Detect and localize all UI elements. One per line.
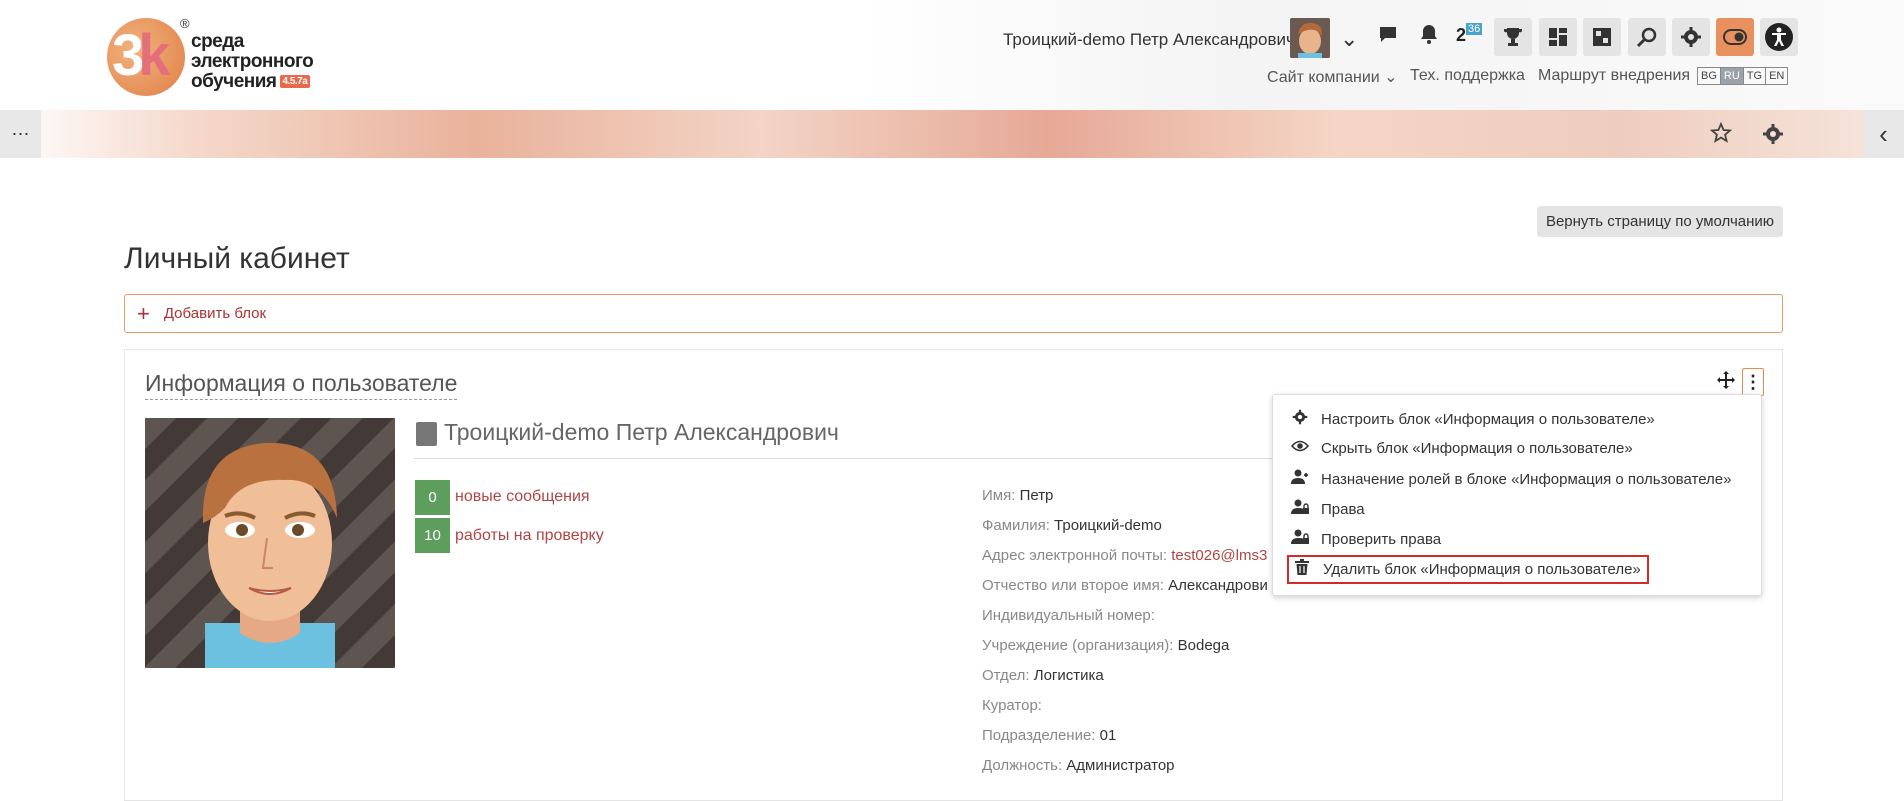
lang-ru[interactable]: RU (1720, 68, 1744, 84)
star-icon[interactable] (1709, 121, 1733, 149)
lang-tg[interactable]: TG (1744, 68, 1767, 84)
field-middle-name: Отчество или второе имя: Александрови (982, 577, 1268, 594)
trash-icon (1293, 559, 1311, 580)
dashboard-icon[interactable] (1539, 18, 1577, 56)
chevron-down-icon: ⌄ (1384, 69, 1398, 86)
block-actions-menu-button[interactable]: ⋮ (1742, 368, 1764, 396)
link-new-messages[interactable]: новые сообщения (455, 488, 590, 506)
menu-assign-roles[interactable]: Назначение ролей в блоке «Информация о п… (1291, 469, 1731, 490)
add-block-button[interactable]: + Добавить блок (124, 294, 1783, 333)
block-user-full-name: Троицкий-demo Петр Александрович (444, 419, 839, 445)
header-user-name[interactable]: Троицкий-demo Петр Александрович (1003, 30, 1295, 50)
field-position: Должность: Администратор (982, 757, 1175, 774)
logo-line-2: электронного (191, 51, 314, 72)
field-email: Адрес электронной почты: test026@lms3 (982, 547, 1268, 564)
field-id-number: Индивидуальный номер: (982, 607, 1155, 624)
user-plus-icon (1291, 469, 1309, 490)
link-support[interactable]: Тех. поддержка (1410, 67, 1525, 85)
lang-en[interactable]: EN (1766, 68, 1787, 84)
link-company-site[interactable]: Сайт компании ⌄ (1267, 67, 1398, 87)
open-blocks-drawer-button[interactable]: ‹ (1863, 110, 1904, 158)
banner-gear-icon[interactable] (1762, 123, 1784, 150)
menu-check-permissions[interactable]: Проверить права (1291, 529, 1441, 550)
header-banner (0, 110, 1904, 158)
bell-icon[interactable] (1420, 24, 1438, 50)
portfolio-icon[interactable] (1583, 18, 1621, 56)
accessibility-icon[interactable] (1760, 18, 1798, 56)
move-icon[interactable] (1717, 371, 1735, 395)
theme-toggle-icon[interactable] (1716, 18, 1754, 56)
page-title: Личный кабинет (124, 242, 350, 275)
field-subdivision: Подразделение: 01 (982, 727, 1117, 744)
logo-text[interactable]: среда электронного обучения 4.5.7a (191, 31, 314, 92)
field-first-name: Имя: Петр (982, 487, 1054, 504)
field-department: Отдел: Логистика (982, 667, 1104, 684)
open-drawer-button[interactable]: ⋯ (0, 110, 41, 158)
eye-icon (1290, 439, 1310, 458)
menu-configure-block[interactable]: Настроить блок «Информация о пользовател… (1291, 409, 1655, 430)
plus-icon: + (137, 300, 150, 326)
user-lock-icon (1291, 499, 1309, 520)
user-icon (416, 422, 437, 446)
chat-icon[interactable] (1378, 24, 1398, 50)
score-badge[interactable]: 2 36 (1456, 23, 1484, 47)
chevron-down-icon[interactable]: ⌄ (1340, 26, 1358, 52)
reset-page-button[interactable]: Вернуть страницу по умолчанию (1537, 206, 1783, 237)
search-icon[interactable] (1628, 18, 1666, 56)
logo-registered: ® (180, 16, 190, 31)
stat-count-reviews: 10 (415, 518, 450, 553)
gear-icon (1291, 409, 1309, 430)
field-last-name: Фамилия: Троицкий-demo (982, 517, 1162, 534)
language-switcher: BG RU TG EN (1697, 67, 1789, 85)
block-actions-menu: Настроить блок «Информация о пользовател… (1272, 394, 1762, 596)
email-link[interactable]: test026@lms3 (1171, 547, 1267, 564)
chevron-left-icon: ‹ (1879, 118, 1888, 149)
field-institution: Учреждение (организация): Bodega (982, 637, 1230, 654)
menu-permissions[interactable]: Права (1291, 499, 1365, 520)
block-title[interactable]: Информация о пользователе (145, 370, 458, 400)
logo-line-1: среда (191, 31, 244, 52)
dots-icon: ⋯ (11, 123, 30, 144)
user-lock-icon (1291, 529, 1309, 550)
field-curator: Куратор: (982, 697, 1042, 714)
logo-version-badge: 4.5.7a (279, 75, 311, 89)
menu-hide-block[interactable]: Скрыть блок «Информация о пользователе» (1290, 439, 1633, 458)
logo-3k-glyph: 3k (112, 23, 171, 88)
gear-icon[interactable] (1672, 18, 1710, 56)
link-works-to-review[interactable]: работы на проверку (455, 527, 604, 545)
lang-bg[interactable]: BG (1698, 68, 1721, 84)
stat-count-messages: 0 (415, 480, 450, 515)
menu-delete-block[interactable]: Удалить блок «Информация о пользователе» (1287, 555, 1649, 584)
site-header: 3k ® среда электронного обучения 4.5.7a Т… (0, 0, 1904, 110)
trophy-icon[interactable] (1494, 18, 1532, 56)
name-divider (414, 458, 1274, 459)
add-block-label: Добавить блок (163, 305, 267, 322)
header-avatar[interactable] (1290, 18, 1330, 58)
link-implementation-route[interactable]: Маршрут внедрения (1538, 67, 1690, 85)
user-portrait (145, 418, 395, 668)
logo-line-3: обучения 4.5.7a (191, 72, 313, 92)
